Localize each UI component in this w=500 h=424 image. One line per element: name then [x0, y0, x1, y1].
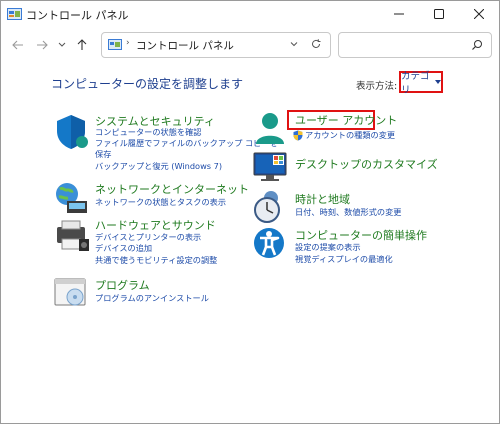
view-by-label: 表示方法:	[356, 81, 398, 92]
breadcrumb-item[interactable]: コントロール パネル	[136, 38, 234, 53]
search-icon	[472, 40, 482, 50]
category-link[interactable]: バックアップと復元 (Windows 7)	[95, 161, 222, 172]
window-title: コントロール パネル	[26, 9, 129, 22]
title-bar: コントロール パネル	[1, 1, 499, 29]
control-panel-window: コントロール パネル › コントロール パネル コンピューターの設定を調整します…	[0, 0, 500, 424]
category-link[interactable]: 保存	[95, 149, 111, 160]
user-account-icon	[256, 113, 284, 144]
search-box[interactable]	[338, 32, 492, 58]
category-programs: プログラム プログラムのアンインストール	[53, 277, 263, 309]
category-title[interactable]: 時計と地域	[295, 191, 350, 207]
shield-icon	[57, 115, 88, 149]
view-by-value: カテゴリ	[401, 71, 430, 96]
page-heading: コンピューターの設定を調整します	[51, 77, 244, 91]
category-clock-region: 時計と地域 日付、時刻、数値形式の変更	[253, 189, 493, 223]
control-panel-icon	[108, 39, 122, 50]
category-user-accounts: ユーザー アカウント アカウントの種類の変更	[253, 111, 493, 145]
arrow-right-icon	[37, 40, 48, 50]
category-appearance: デスクトップのカスタマイズ	[253, 151, 493, 187]
category-link[interactable]: デバイスの追加	[95, 243, 152, 254]
navigation-bar: › コントロール パネル	[1, 29, 499, 61]
control-panel-icon	[7, 8, 22, 20]
uac-shield-icon	[293, 130, 303, 141]
forward-button[interactable]	[31, 35, 53, 55]
category-title[interactable]: コンピューターの簡単操作	[295, 227, 427, 243]
refresh-icon[interactable]	[310, 38, 322, 50]
category-link[interactable]: プログラムのアンインストール	[95, 293, 209, 304]
arrow-up-icon	[77, 39, 87, 50]
programs-icon	[54, 278, 86, 306]
back-button[interactable]	[7, 35, 29, 55]
category-link[interactable]: 視覚ディスプレイの最適化	[295, 254, 393, 265]
printer-icon	[57, 220, 89, 251]
category-title[interactable]: デスクトップのカスタマイズ	[295, 156, 438, 172]
category-title[interactable]: プログラム	[95, 277, 150, 293]
category-link[interactable]: デバイスとプリンターの表示	[95, 232, 201, 243]
arrow-left-icon	[12, 40, 23, 50]
minimize-button[interactable]	[379, 1, 419, 27]
category-link[interactable]: 設定の提案の表示	[295, 242, 361, 253]
network-globe-icon	[56, 183, 87, 213]
category-title[interactable]: ユーザー アカウント	[295, 112, 397, 128]
accessibility-icon	[254, 228, 284, 258]
category-link[interactable]: コンピューターの状態を確認	[95, 127, 201, 138]
view-by-dropdown[interactable]: カテゴリ	[399, 71, 443, 96]
maximize-icon	[434, 9, 444, 19]
close-icon	[474, 9, 484, 19]
maximize-button[interactable]	[419, 1, 459, 27]
category-system-security: システムとセキュリティ コンピューターの状態を確認 ファイル履歴でファイルのバッ…	[53, 113, 278, 175]
category-link[interactable]: 日付、時刻、数値形式の変更	[295, 207, 401, 218]
minimize-icon	[394, 13, 404, 15]
recent-locations-button[interactable]	[51, 35, 73, 55]
chevron-down-icon	[58, 42, 66, 47]
category-link[interactable]: ネットワークの状態とタスクの表示	[95, 197, 226, 208]
category-title[interactable]: ネットワークとインターネット	[95, 181, 249, 197]
close-button[interactable]	[459, 1, 499, 27]
category-link[interactable]: アカウントの種類の変更	[305, 130, 395, 141]
chevron-down-icon[interactable]	[288, 38, 300, 50]
category-hardware-sound: ハードウェアとサウンド デバイスとプリンターの表示 デバイスの追加 共通で使うモ…	[53, 217, 263, 267]
clock-icon	[254, 191, 280, 223]
address-bar[interactable]: › コントロール パネル	[101, 32, 331, 58]
dropdown-arrow-icon	[435, 80, 441, 84]
up-button[interactable]	[71, 35, 93, 55]
breadcrumb-separator-icon: ›	[126, 38, 130, 48]
category-title[interactable]: ハードウェアとサウンド	[95, 217, 216, 233]
category-link[interactable]: ファイル履歴でファイルのバックアップ コピーを	[95, 138, 278, 149]
category-link[interactable]: 共通で使うモビリティ設定の調整	[95, 255, 217, 266]
desktop-customize-icon	[253, 152, 287, 181]
category-ease-of-access: コンピューターの簡単操作 設定の提案の表示 視覚ディスプレイの最適化	[253, 225, 493, 269]
category-network-internet: ネットワークとインターネット ネットワークの状態とタスクの表示	[53, 181, 263, 217]
